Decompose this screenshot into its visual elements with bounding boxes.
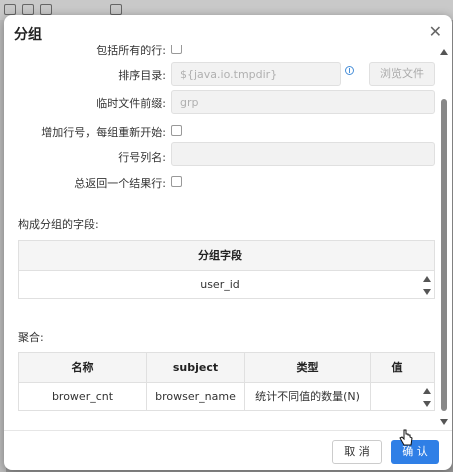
aggregates-section-label: 聚合: — [18, 331, 44, 344]
always-one-row-row: 总返回一个结果行: — [4, 172, 434, 192]
line-number-column-row: 行号列名: — [4, 142, 435, 166]
temp-prefix-input[interactable]: grp — [171, 90, 435, 114]
group-fields-table: 分组字段 user_id — [18, 240, 435, 299]
group-fields-header-row: 分组字段 — [19, 241, 434, 271]
dialog-footer: 取 消 确 认 — [4, 430, 452, 470]
aggregates-table: 名称 subject 类型 值 brower_cnt browser_name … — [18, 352, 435, 411]
always-one-row-label: 总返回一个结果行: — [74, 177, 166, 190]
include-all-rows-label: 包括所有的行: — [96, 45, 166, 57]
line-number-column-input[interactable] — [171, 142, 435, 166]
group-fields-section-label: 构成分组的字段: — [18, 218, 99, 231]
toolbar-icon — [40, 4, 52, 15]
toolbar-icon — [4, 4, 16, 15]
agg-cell-type[interactable]: 统计不同值的数量(N) — [245, 382, 371, 411]
line-number-column-label: 行号列名: — [118, 151, 166, 164]
scrollbar-thumb[interactable] — [441, 99, 447, 411]
scroll-up-icon[interactable] — [440, 49, 448, 55]
table-scroll-up-icon[interactable] — [423, 276, 431, 282]
table-scroll-up-icon[interactable] — [423, 388, 431, 394]
agg-header-name: 名称 — [19, 353, 147, 383]
cancel-button[interactable]: 取 消 — [332, 440, 382, 464]
group-field-header: 分组字段 — [198, 249, 242, 262]
scroll-down-icon[interactable] — [440, 419, 448, 425]
agg-cell-value[interactable] — [371, 382, 423, 411]
sort-dir-input[interactable]: ${java.io.tmpdir} — [171, 62, 341, 86]
table-scroll-down-icon[interactable] — [423, 401, 431, 407]
include-all-rows-checkbox[interactable] — [171, 45, 182, 54]
always-one-row-checkbox[interactable] — [171, 176, 182, 187]
agg-cell-subject[interactable]: browser_name — [147, 382, 245, 411]
temp-prefix-row: 临时文件前缀: grp — [4, 90, 435, 114]
agg-header-value: 值 — [391, 361, 403, 374]
aggregates-header-row: 名称 subject 类型 值 — [19, 353, 434, 383]
dialog-title: 分组 — [14, 27, 42, 43]
temp-prefix-label: 临时文件前缀: — [96, 97, 166, 110]
include-all-rows-row: 包括所有的行: — [4, 45, 434, 59]
toolbar-icon — [22, 4, 34, 15]
dialog-scrollbar[interactable] — [440, 49, 448, 425]
agg-cell-name[interactable]: brower_cnt — [19, 382, 147, 411]
add-line-number-row: 增加行号，每组重新开始: — [4, 121, 434, 141]
agg-header-subject: subject — [147, 353, 245, 383]
hand-cursor-icon — [399, 429, 413, 446]
sort-dir-label: 排序目录: — [118, 69, 166, 82]
toolbar-icon — [110, 4, 122, 15]
group-field-cell[interactable]: user_id — [19, 270, 421, 299]
close-icon[interactable]: ✕ — [429, 23, 442, 41]
sort-dir-row: 排序目录: ${java.io.tmpdir} 浏览文件 — [4, 62, 435, 86]
group-dialog: 分组 ✕ 包括所有的行: 排序目录: ${java.io.tmpdir} 浏览文… — [4, 15, 452, 470]
agg-header-type: 类型 — [245, 353, 371, 383]
table-scroll-down-icon[interactable] — [423, 289, 431, 295]
dialog-content: 包括所有的行: 排序目录: ${java.io.tmpdir} 浏览文件 临时文… — [4, 45, 452, 430]
browse-file-button[interactable]: 浏览文件 — [369, 62, 435, 86]
info-icon — [345, 66, 354, 75]
add-line-number-checkbox[interactable] — [171, 125, 182, 136]
add-line-number-label: 增加行号，每组重新开始: — [41, 126, 166, 139]
